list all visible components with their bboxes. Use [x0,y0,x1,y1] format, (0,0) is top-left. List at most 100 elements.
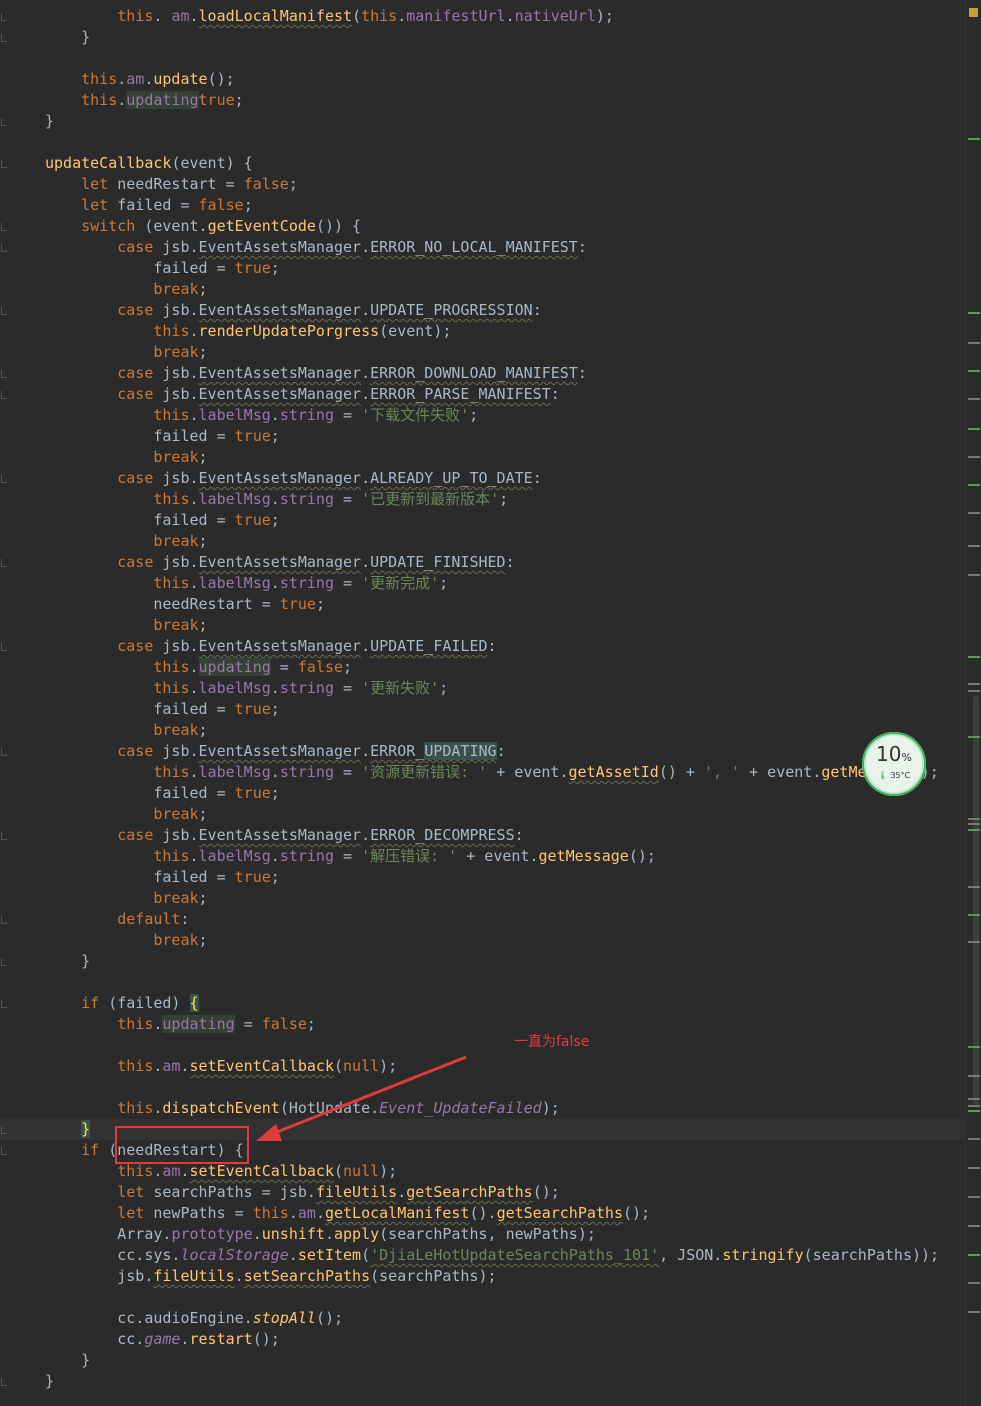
stripe-marker[interactable] [968,1254,980,1256]
stripe-marker[interactable] [968,818,980,820]
code-line[interactable]: failed = true; [0,783,966,804]
code-line[interactable]: case jsb.EventAssetsManager.ERROR_UPDATI… [0,741,966,762]
code-line[interactable]: this.am.setEventCallback(null); [0,1056,966,1077]
stripe-marker[interactable] [968,1311,980,1313]
code-line[interactable]: this.am.update(); [0,69,966,90]
fold-marker-icon[interactable] [1,475,7,483]
code-line[interactable]: this.labelMsg.string = '已更新到最新版本'; [0,489,966,510]
code-line[interactable]: let searchPaths = jsb.fileUtils.getSearc… [0,1182,966,1203]
stripe-marker[interactable] [968,512,980,514]
code-line[interactable]: default: [0,909,966,930]
fold-marker-icon[interactable] [1,1000,7,1008]
code-line[interactable]: break; [0,804,966,825]
stripe-marker[interactable] [968,829,980,831]
stripe-marker[interactable] [968,736,980,738]
code-line[interactable]: this.labelMsg.string = '更新完成'; [0,573,966,594]
code-line[interactable]: failed = true; [0,699,966,720]
code-line[interactable]: break; [0,888,966,909]
warning-indicator-icon[interactable] [969,8,978,17]
code-editor[interactable]: this. am.loadLocalManifest(this.manifest… [0,0,966,1406]
fold-marker-icon[interactable] [1,244,7,252]
code-line[interactable]: } [0,111,966,132]
stripe-marker[interactable] [968,545,980,547]
code-line[interactable]: break; [0,531,966,552]
fold-marker-icon[interactable] [1,223,7,231]
code-line[interactable]: this. am.loadLocalManifest(this.manifest… [0,6,966,27]
fold-marker-icon[interactable] [1,13,7,21]
fold-marker-icon[interactable] [1,118,7,126]
stripe-marker[interactable] [968,690,980,692]
stripe-marker[interactable] [968,1282,980,1284]
code-line[interactable]: } [0,1350,966,1371]
stripe-marker[interactable] [968,456,980,458]
stripe-marker[interactable] [968,428,980,430]
code-line[interactable]: cc.audioEngine.stopAll(); [0,1308,966,1329]
code-line[interactable]: } [0,27,966,48]
code-line[interactable]: switch (event.getEventCode()) { [0,216,966,237]
code-line[interactable]: let failed = false; [0,195,966,216]
fold-marker-icon[interactable] [1,1126,7,1134]
code-line[interactable]: failed = true; [0,510,966,531]
fold-marker-icon[interactable] [1,559,7,567]
stripe-marker[interactable] [968,823,980,825]
stripe-marker[interactable] [968,484,980,486]
code-line[interactable]: this.renderUpdatePorgress(event); [0,321,966,342]
code-line[interactable]: cc.sys.localStorage.setItem('DjiaLeHotUp… [0,1245,966,1266]
code-line[interactable]: case jsb.EventAssetsManager.ERROR_DECOMP… [0,825,966,846]
fold-marker-icon[interactable] [1,958,7,966]
code-line[interactable] [0,48,966,69]
stripe-marker[interactable] [968,1167,980,1169]
stripe-marker[interactable] [968,1098,980,1100]
code-line[interactable]: case jsb.EventAssetsManager.ALREADY_UP_T… [0,468,966,489]
code-line[interactable]: if (failed) { [0,993,966,1014]
code-line[interactable]: case jsb.EventAssetsManager.UPDATE_FAILE… [0,636,966,657]
code-line[interactable]: break; [0,447,966,468]
code-line[interactable]: Array.prototype.unshift.apply(searchPath… [0,1224,966,1245]
code-line[interactable] [0,972,966,993]
stripe-marker[interactable] [968,398,980,400]
code-line[interactable]: this.labelMsg.string = '资源更新错误: ' + even… [0,762,966,783]
stripe-marker[interactable] [968,1105,980,1107]
code-line[interactable]: case jsb.EventAssetsManager.UPDATE_PROGR… [0,300,966,321]
stripe-marker[interactable] [968,656,980,658]
code-line[interactable]: this.updatingtrue; [0,90,966,111]
stripe-marker[interactable] [968,312,980,314]
code-line[interactable]: case jsb.EventAssetsManager.ERROR_DOWNLO… [0,363,966,384]
fold-marker-icon[interactable] [1,643,7,651]
code-line[interactable]: needRestart = true; [0,594,966,615]
code-line[interactable]: this.am.setEventCallback(null); [0,1161,966,1182]
code-line[interactable] [0,1077,966,1098]
code-line[interactable]: updateCallback(event) { [0,153,966,174]
stripe-marker[interactable] [968,138,980,140]
code-line[interactable]: failed = true; [0,867,966,888]
fold-marker-icon[interactable] [1,34,7,42]
fold-marker-icon[interactable] [1,1147,7,1155]
code-line[interactable]: this.updating = false; [0,1014,966,1035]
stripe-marker[interactable] [968,574,980,576]
code-line[interactable]: case jsb.EventAssetsManager.ERROR_NO_LOC… [0,237,966,258]
code-line[interactable]: break; [0,615,966,636]
fold-marker-icon[interactable] [1,748,7,756]
stripe-marker[interactable] [968,683,980,685]
code-line[interactable]: let newPaths = this.am.getLocalManifest(… [0,1203,966,1224]
stripe-marker[interactable] [968,370,980,372]
code-line[interactable] [0,1035,966,1056]
code-line[interactable]: cc.game.restart(); [0,1329,966,1350]
code-line[interactable]: case jsb.EventAssetsManager.UPDATE_FINIS… [0,552,966,573]
fold-marker-icon[interactable] [1,307,7,315]
stripe-marker[interactable] [968,1196,980,1198]
code-line[interactable]: break; [0,342,966,363]
fold-marker-icon[interactable] [1,1378,7,1386]
code-line[interactable]: break; [0,279,966,300]
code-line[interactable] [0,132,966,153]
code-line[interactable]: this.updating = false; [0,657,966,678]
code-line[interactable]: } [0,1371,966,1392]
stripe-marker[interactable] [968,941,980,943]
system-monitor-widget[interactable]: 10% 🌡 35°C [862,732,926,796]
fold-marker-icon[interactable] [1,916,7,924]
stripe-marker[interactable] [968,886,980,888]
code-line[interactable]: this.dispatchEvent(HotUpdate.Event_Updat… [0,1098,966,1119]
error-stripe-scrollbar[interactable] [965,0,981,1406]
fold-marker-icon[interactable] [1,391,7,399]
fold-marker-icon[interactable] [1,370,7,378]
